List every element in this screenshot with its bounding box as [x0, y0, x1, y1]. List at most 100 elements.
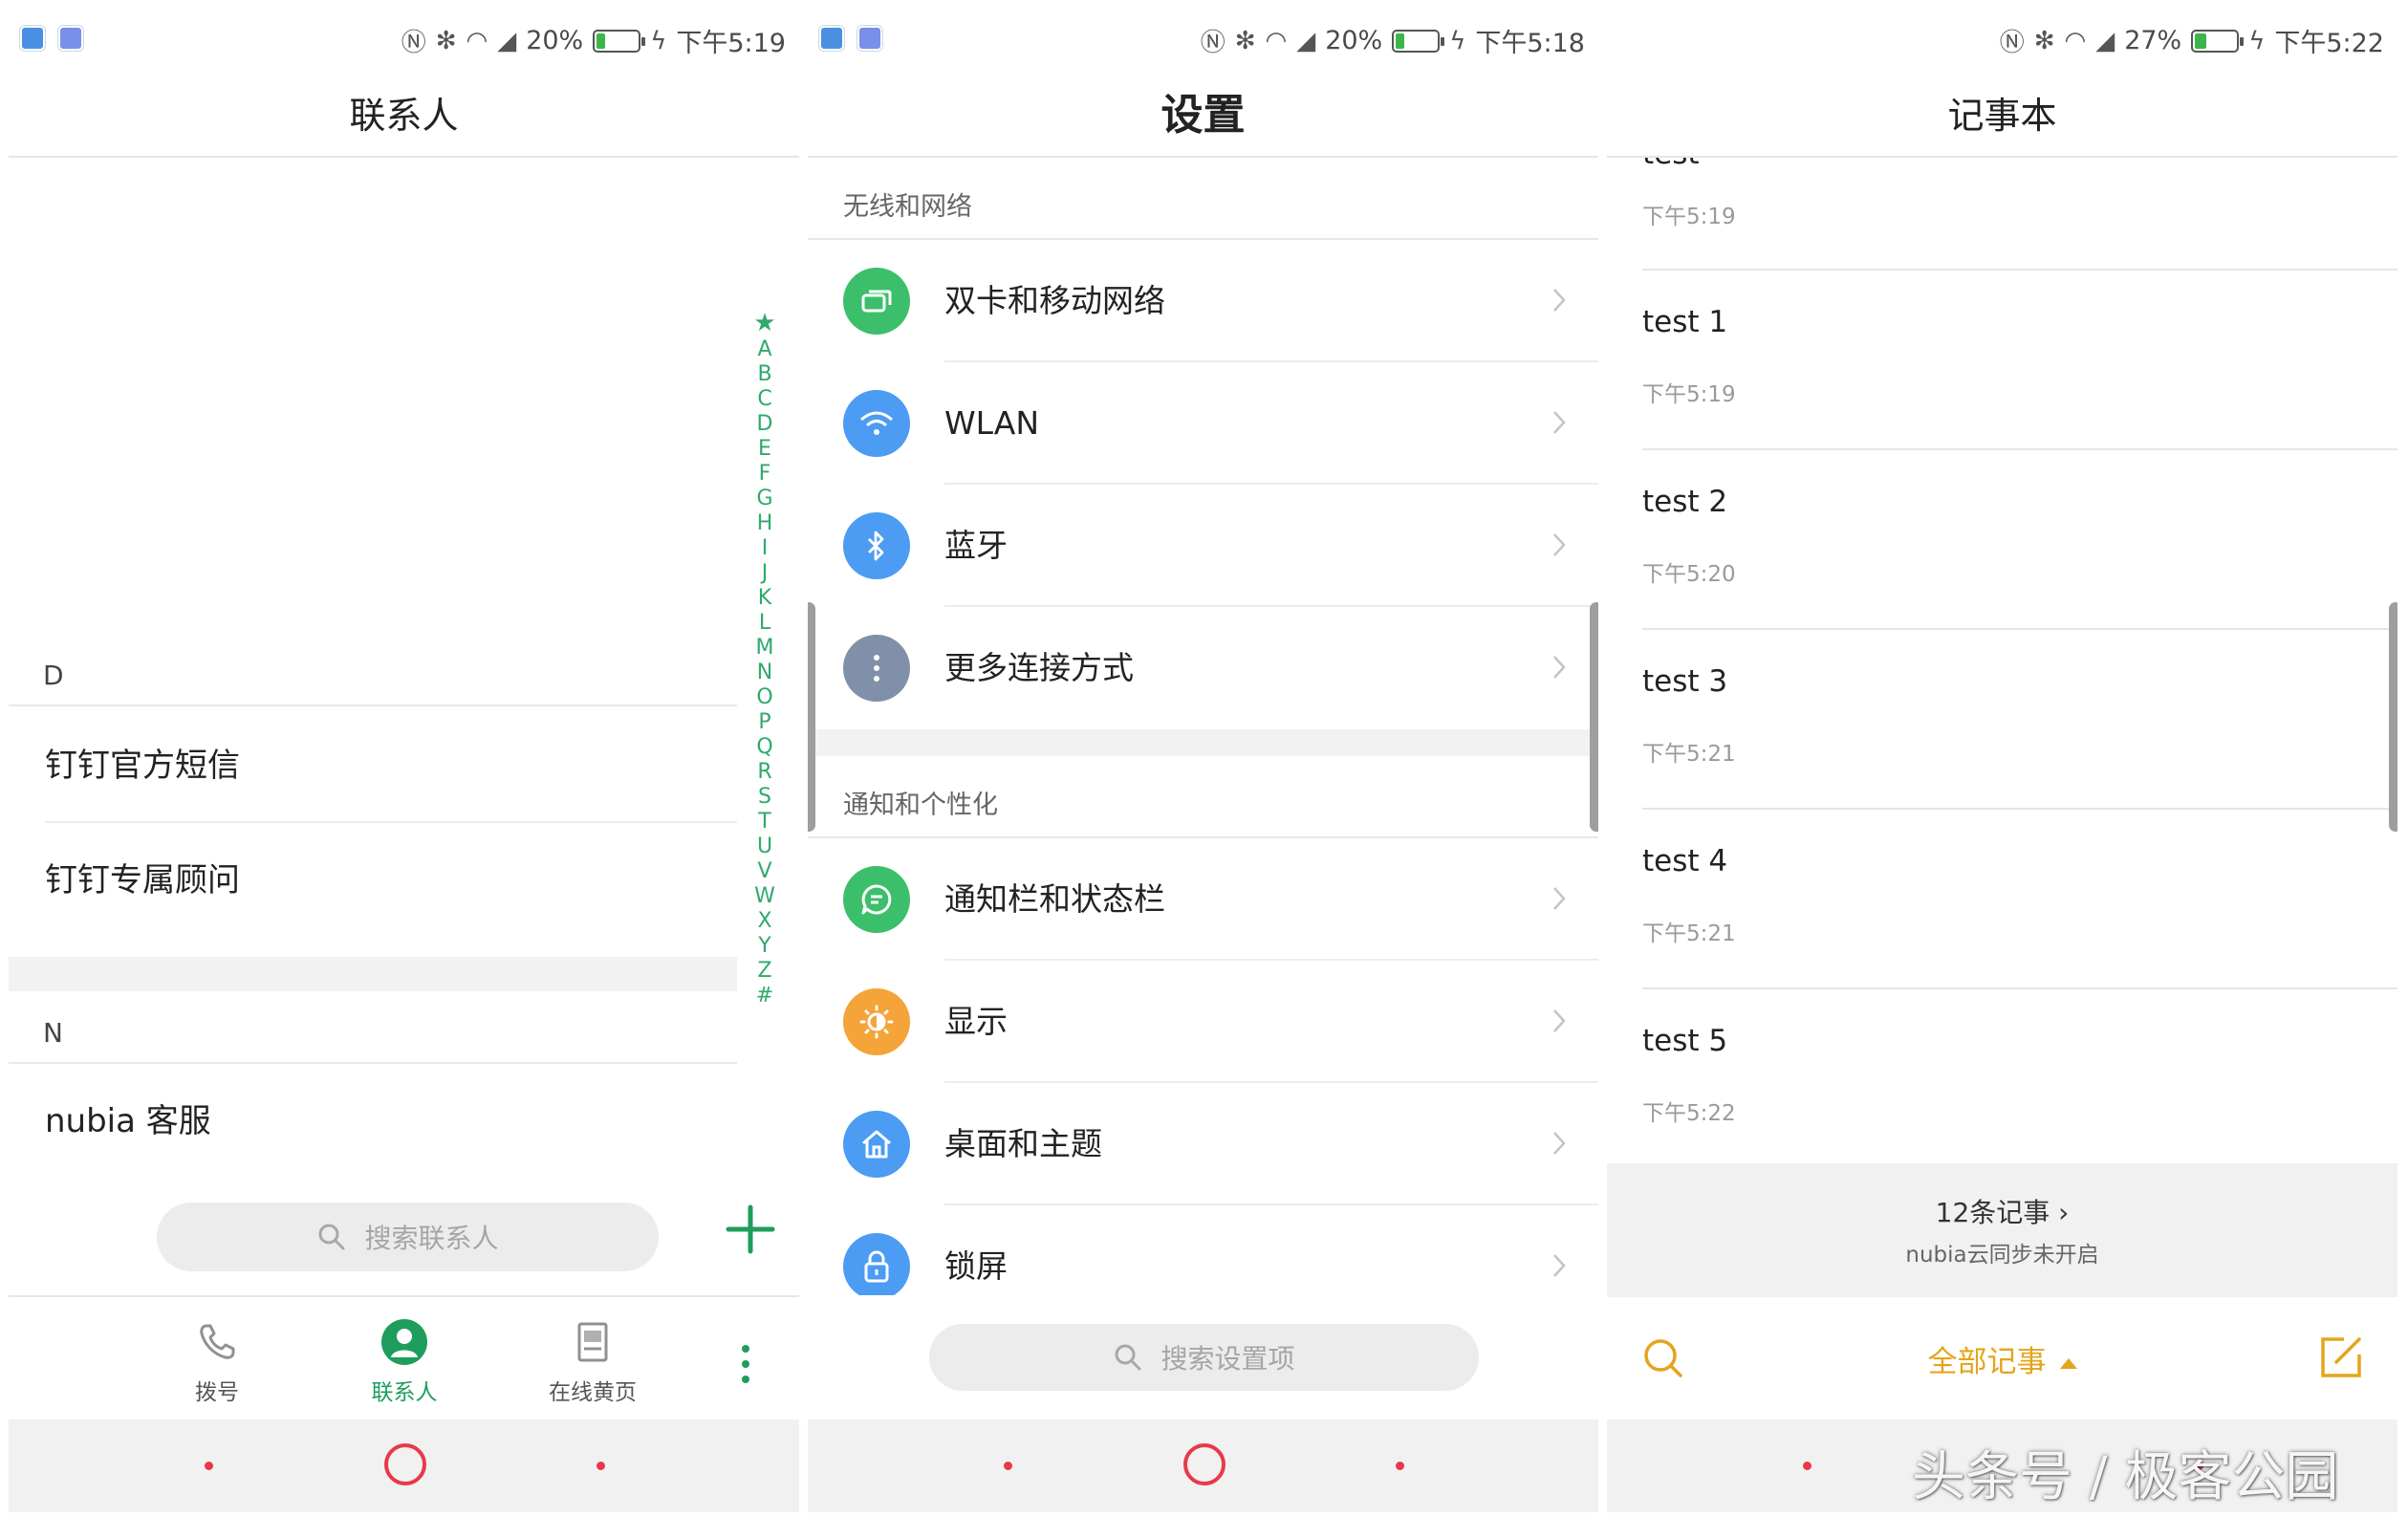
alphabet-index-letter[interactable]: I [762, 536, 769, 561]
dual-sim-icon [843, 268, 910, 335]
alphabet-index-letter[interactable]: Q [756, 735, 772, 760]
alphabet-index-letter[interactable]: Y [758, 934, 770, 959]
app-notification-icon [857, 26, 882, 51]
menu-nav-button[interactable] [1004, 1462, 1012, 1470]
app-notification-icon [58, 26, 83, 51]
charging-icon: ϟ [650, 26, 667, 55]
menu-nav-button[interactable] [1803, 1462, 1811, 1470]
notes-count-link[interactable]: 12条记事 › [1607, 1192, 2397, 1230]
battery-icon [1392, 29, 1445, 53]
contact-search-bar[interactable]: 搜索联系人 [157, 1203, 659, 1271]
note-item[interactable]: test 3 下午5:21 [1642, 630, 2397, 810]
chevron-right-icon [1553, 533, 1566, 556]
bottom-tab-bar: 拨号 联系人 在线黄页 [9, 1295, 799, 1423]
home-nav-button[interactable] [384, 1443, 426, 1485]
settings-item-display[interactable]: 显示 [808, 961, 1598, 1083]
alphabet-index-letter[interactable]: G [756, 487, 772, 511]
chevron-right-icon [1553, 1132, 1566, 1155]
alphabet-index-letter[interactable]: J [762, 561, 769, 586]
home-nav-button[interactable] [1183, 1443, 1226, 1485]
contact-item[interactable]: 钉钉官方短信 [45, 708, 737, 823]
notes-toolbar: 全部记事 [1607, 1297, 2397, 1419]
signal-icon: ◢ [2095, 26, 2115, 55]
alphabet-index-letter[interactable]: R [757, 760, 771, 785]
menu-nav-button[interactable] [205, 1462, 213, 1470]
back-nav-button[interactable] [1396, 1462, 1404, 1470]
alphabet-index-letter[interactable]: V [757, 859, 771, 884]
settings-item-wlan[interactable]: WLAN [808, 362, 1598, 485]
contact-item[interactable]: 钉钉专属顾问 [45, 823, 737, 938]
note-item[interactable]: test 1 下午5:19 [1642, 271, 2397, 450]
alphabet-index-letter[interactable]: B [757, 362, 771, 387]
alphabet-index-letter[interactable]: ★ [753, 309, 775, 337]
battery-icon [593, 29, 646, 53]
tab-yellow-pages[interactable]: 在线黄页 [521, 1318, 664, 1406]
chevron-right-icon [1553, 411, 1566, 434]
alphabet-index-letter[interactable]: T [758, 810, 770, 834]
alphabet-index-letter[interactable]: X [757, 909, 771, 934]
contacts-screen: Ⓝ ✻ ◠ ◢ 20% ϟ 下午5:19 联系人 D 钉钉官方短信 钉钉专属顾问… [9, 5, 799, 1512]
wifi-icon: ◠ [2064, 26, 2087, 55]
alphabet-index-letter[interactable]: U [757, 834, 772, 859]
note-item[interactable]: test 5 下午5:22 [1642, 989, 2397, 1169]
note-item[interactable]: test 2 下午5:20 [1642, 450, 2397, 630]
notes-summary-panel[interactable]: 12条记事 › nubia云同步未开启 [1607, 1163, 2397, 1297]
note-item[interactable]: test 下午5:19 [1642, 158, 2397, 271]
alphabet-index-letter[interactable]: # [756, 984, 773, 1008]
alphabet-index[interactable]: ★ A B C D E F G H I J K L M N O P Q R S T U V W X Y Z # [748, 309, 781, 1008]
alphabet-index-letter[interactable]: D [757, 412, 773, 437]
page-title: 记事本 [1607, 74, 2397, 158]
alphabet-index-letter[interactable]: L [759, 611, 770, 636]
alphabet-index-letter[interactable]: M [756, 636, 774, 661]
navigation-bar [9, 1419, 799, 1512]
yellow-pages-icon [577, 1322, 608, 1362]
settings-item-notifications[interactable]: 通知栏和状态栏 [808, 838, 1598, 961]
search-placeholder: 搜索联系人 [364, 1223, 499, 1254]
status-time: 下午5:19 [676, 29, 786, 58]
battery-percent: 20% [526, 26, 584, 55]
tab-contacts[interactable]: 联系人 [333, 1318, 476, 1406]
alphabet-index-letter[interactable]: E [758, 437, 771, 462]
section-header-n: N [9, 991, 737, 1064]
alphabet-index-letter[interactable]: Z [757, 959, 771, 984]
settings-item-home-theme[interactable]: 桌面和主题 [808, 1083, 1598, 1205]
battery-icon [2191, 29, 2245, 53]
alphabet-index-letter[interactable]: P [758, 710, 770, 735]
search-icon [1115, 1344, 1141, 1371]
alphabet-index-letter[interactable]: H [757, 511, 773, 536]
alphabet-index-letter[interactable]: W [754, 884, 775, 909]
contact-item[interactable]: nubia 客服 [45, 1064, 737, 1179]
alphabet-index-letter[interactable]: K [758, 586, 771, 611]
alphabet-index-letter[interactable]: C [757, 387, 771, 412]
scroll-indicator[interactable] [808, 602, 815, 832]
alphabet-index-letter[interactable]: O [756, 685, 772, 710]
settings-item-dual-sim[interactable]: 双卡和移动网络 [808, 240, 1598, 362]
alphabet-index-letter[interactable]: F [759, 462, 771, 487]
search-icon [318, 1224, 345, 1250]
add-contact-icon[interactable] [721, 1200, 780, 1259]
contact-person-icon [381, 1319, 427, 1365]
status-bar: Ⓝ ✻ ◠ ◢ 27% ϟ 下午5:22 [1607, 5, 2397, 74]
section-divider [9, 957, 737, 991]
scroll-indicator[interactable] [1590, 602, 1598, 832]
bluetooth-icon: ✻ [2033, 26, 2055, 55]
settings-item-more-connections[interactable]: 更多连接方式 [808, 607, 1598, 729]
settings-item-bluetooth[interactable]: 蓝牙 [808, 485, 1598, 607]
app-notification-icon [20, 26, 45, 51]
notes-filter-dropdown[interactable]: 全部记事 [1607, 1337, 2397, 1380]
chevron-right-icon [1553, 656, 1566, 679]
navigation-bar [808, 1419, 1598, 1512]
back-nav-button[interactable] [597, 1462, 605, 1470]
compose-note-icon[interactable] [2319, 1335, 2363, 1379]
chevron-right-icon [1553, 1254, 1566, 1277]
tab-dialer[interactable]: 拨号 [145, 1318, 289, 1406]
more-options-icon[interactable] [740, 1343, 751, 1385]
alphabet-index-letter[interactable]: A [757, 337, 771, 362]
app-notification-icon [819, 26, 844, 51]
note-item[interactable]: test 4 下午5:21 [1642, 810, 2397, 989]
alphabet-index-letter[interactable]: N [757, 661, 772, 685]
alphabet-index-letter[interactable]: S [758, 785, 771, 810]
cloud-sync-status: nubia云同步未开启 [1905, 1243, 2099, 1268]
settings-search-bar[interactable]: 搜索设置项 [929, 1324, 1479, 1391]
scroll-indicator[interactable] [2389, 602, 2397, 832]
